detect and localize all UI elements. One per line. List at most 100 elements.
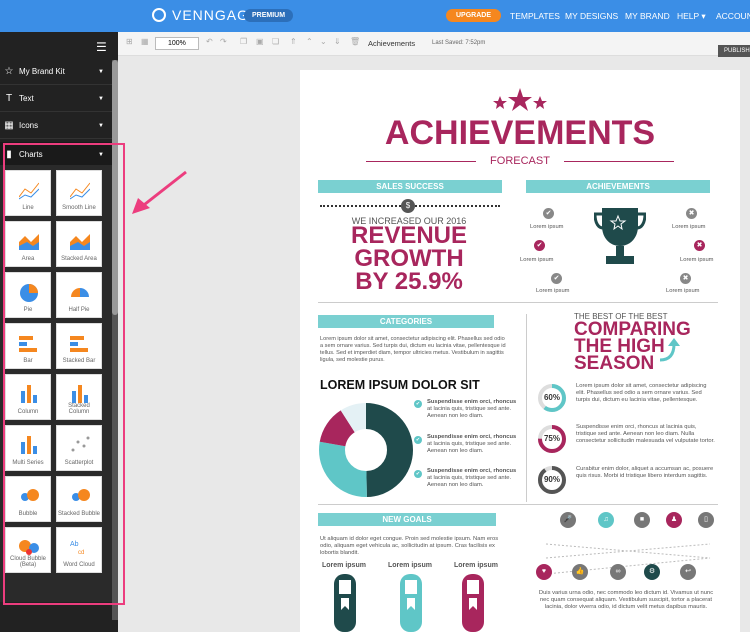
categories-heading[interactable]: LOREM IPSUM DOLOR SIT xyxy=(320,378,480,392)
compare-text[interactable]: Suspendisse enim orci, rhoncus at lacini… xyxy=(576,424,716,445)
redo-icon[interactable]: ↷ xyxy=(220,37,227,46)
sales-big-text[interactable]: REVENUE GROWTH BY 25.9% xyxy=(300,222,518,295)
sales-big-line: REVENUE xyxy=(350,222,468,249)
percent-label: 90% xyxy=(543,475,560,484)
bookmark-icon xyxy=(400,574,422,632)
send-backward-icon[interactable]: ⌄ xyxy=(320,37,327,46)
divider xyxy=(526,314,527,502)
sidebar-item-label: Icons xyxy=(19,121,39,130)
compare-text[interactable]: Lorem ipsum dolor sit amet, consectetur … xyxy=(576,383,716,404)
person-icon[interactable]: ♟ xyxy=(666,512,682,528)
trophy-icon xyxy=(594,208,646,264)
achv-item[interactable]: Lorem ipsum xyxy=(672,224,706,231)
premium-badge: PREMIUM xyxy=(244,9,294,22)
zoom-select[interactable]: 100% xyxy=(155,37,199,50)
sales-ribbon[interactable]: SALES SUCCESS xyxy=(318,180,502,193)
sales-big-line: GROWTH xyxy=(354,245,464,272)
point-text: at lacinia quis, tristique sed ante. Aen… xyxy=(427,441,512,454)
check-icon: ✔ xyxy=(414,400,422,408)
check-icon: ✔ xyxy=(534,240,545,251)
goal-label[interactable]: Lorem ipsum xyxy=(454,562,498,569)
highlight-box xyxy=(3,143,125,605)
goal-label[interactable]: Lorem ipsum xyxy=(388,562,432,569)
chevron-down-icon: ▼ xyxy=(98,68,104,75)
nav-my-designs[interactable]: MY DESIGNS xyxy=(565,11,618,21)
bring-forward-icon[interactable]: ⌃ xyxy=(306,37,313,46)
upgrade-button[interactable]: UPGRADE xyxy=(446,9,502,22)
arrow-annotation-icon xyxy=(132,170,187,214)
design-canvas[interactable]: ACHIEVEMENTS FORECAST SALES SUCCESS $ WE… xyxy=(300,70,740,632)
sidebar-item-label: Text xyxy=(19,94,34,103)
logo-icon xyxy=(152,8,166,22)
last-saved: Last Saved: 7:52pm xyxy=(432,40,486,46)
share-icon[interactable]: ↩ xyxy=(680,564,696,580)
grid-toggle-icon[interactable]: ▦ xyxy=(141,37,149,46)
menu-icon[interactable]: ☰ xyxy=(96,40,107,54)
check-icon: ✔ xyxy=(551,273,562,284)
goals-body[interactable]: Ut aliquam id dolor eget congue. Proin s… xyxy=(320,536,504,557)
achv-item[interactable]: Lorem ipsum xyxy=(520,257,554,264)
icon-network xyxy=(545,543,711,575)
chevron-down-icon: ▼ xyxy=(98,95,104,102)
heart-icon[interactable]: ♥ xyxy=(536,564,552,580)
lock-icon[interactable]: ▣ xyxy=(256,37,264,46)
goal-label[interactable]: Lorem ipsum xyxy=(322,562,366,569)
microphone-icon[interactable]: 🎤 xyxy=(560,512,576,528)
percent-label: 60% xyxy=(543,393,560,402)
divider xyxy=(318,302,718,303)
sidebar-item-label: My Brand Kit xyxy=(19,67,65,76)
bookmark-icon xyxy=(462,574,484,632)
doc-subtitle[interactable]: FORECAST xyxy=(476,155,564,167)
send-back-icon[interactable]: ⇓ xyxy=(334,37,341,46)
nav-help[interactable]: HELP ▾ xyxy=(677,11,706,22)
achievements-ribbon[interactable]: ACHIEVEMENTS xyxy=(526,180,710,193)
compare-text[interactable]: Curabitur enim dolor, aliquet a accumsan… xyxy=(576,466,716,480)
doc-title[interactable]: ACHIEVEMENTS xyxy=(300,114,740,153)
duplicate-icon[interactable]: ❏ xyxy=(272,37,279,46)
category-point[interactable]: Suspendisse enim orci, rhoncus at lacini… xyxy=(427,468,517,489)
x-icon: ✖ xyxy=(680,273,691,284)
nav-templates[interactable]: TEMPLATES xyxy=(510,11,560,21)
goals-ribbon[interactable]: NEW GOALS xyxy=(318,513,496,526)
bring-front-icon[interactable]: ⇑ xyxy=(290,37,297,46)
point-bold: Suspendisse enim orci, rhoncus xyxy=(427,434,517,440)
footer-text[interactable]: Duis varius urna odio, nec commodo leo d… xyxy=(536,590,716,611)
divider xyxy=(318,504,718,505)
dollar-icon: $ xyxy=(401,199,415,213)
x-icon: ✖ xyxy=(694,240,705,251)
document-title[interactable]: Achievements xyxy=(368,39,415,48)
link-icon[interactable]: ∞ xyxy=(610,564,626,580)
layout-icon[interactable]: ⊞ xyxy=(126,37,133,46)
bookmark-icon xyxy=(334,574,356,632)
nav-account[interactable]: ACCOUNT xyxy=(716,11,750,21)
categories-body[interactable]: Lorem ipsum dolor sit amet, consectetur … xyxy=(320,336,506,364)
video-icon[interactable]: ■ xyxy=(634,512,650,528)
sales-big-line: BY 25.9% xyxy=(355,268,463,295)
trash-icon[interactable]: 🗑 xyxy=(350,37,360,46)
tablet-icon[interactable]: ▯ xyxy=(698,512,714,528)
gear-icon[interactable]: ⚙ xyxy=(644,564,660,580)
grid-icon: ▦ xyxy=(4,120,14,131)
arrow-up-icon xyxy=(659,338,680,362)
undo-icon[interactable]: ↶ xyxy=(206,37,213,46)
achv-item[interactable]: Lorem ipsum xyxy=(666,288,700,295)
achv-item[interactable]: Lorem ipsum xyxy=(680,257,714,264)
point-text: at lacinia quis, tristique sed ante. Aen… xyxy=(427,475,512,488)
copy-icon[interactable]: ❐ xyxy=(240,37,247,46)
nav-my-brand[interactable]: MY BRAND xyxy=(625,11,670,21)
publish-button[interactable]: PUBLISH xyxy=(718,45,750,57)
categories-ribbon[interactable]: CATEGORIES xyxy=(318,315,494,328)
category-point[interactable]: Suspendisse enim orci, rhoncus at lacini… xyxy=(427,434,517,455)
chevron-down-icon: ▼ xyxy=(98,122,104,129)
top-bar: VENNGAGE PREMIUM UPGRADE TEMPLATES MY DE… xyxy=(0,0,750,32)
achv-item[interactable]: Lorem ipsum xyxy=(530,224,564,231)
text-icon: T xyxy=(5,93,13,104)
thumbs-up-icon[interactable]: 👍 xyxy=(572,564,588,580)
stars-icon xyxy=(493,88,547,111)
category-point[interactable]: Suspendisse enim orci, rhoncus at lacini… xyxy=(427,399,517,420)
sidebar-item-text[interactable]: T Text ▼ xyxy=(0,86,112,112)
music-icon[interactable]: ♫ xyxy=(598,512,614,528)
sidebar-item-brand-kit[interactable]: ☆ My Brand Kit ▼ xyxy=(0,59,112,85)
achv-item[interactable]: Lorem ipsum xyxy=(536,288,570,295)
sidebar-item-icons[interactable]: ▦ Icons ▼ xyxy=(0,113,112,139)
